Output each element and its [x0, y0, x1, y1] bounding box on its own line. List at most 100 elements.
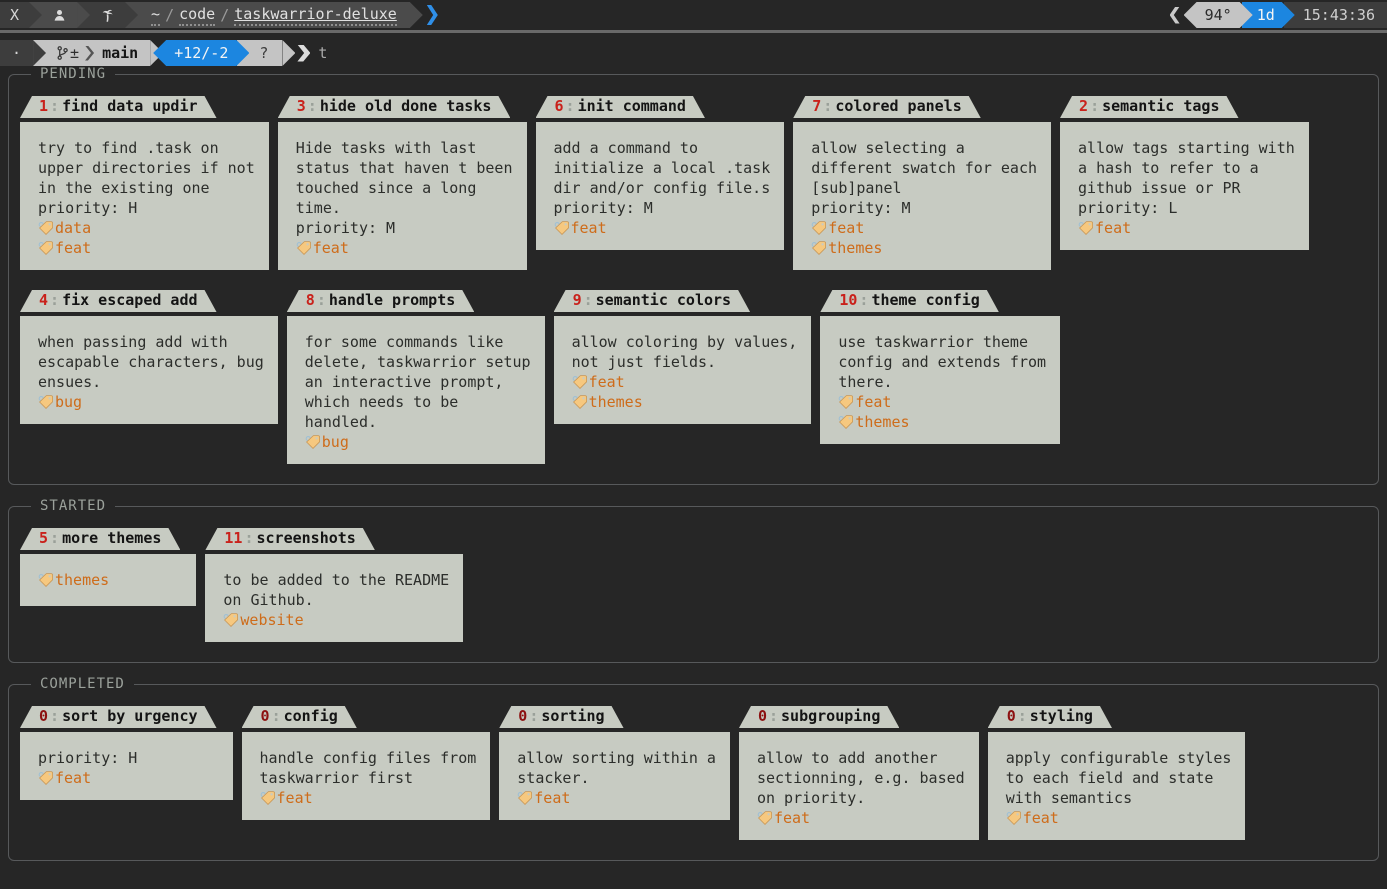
task-tag: data: [38, 218, 255, 238]
tag-icon: [1006, 810, 1022, 826]
task-card[interactable]: 11:screenshots to be added to the README…: [205, 528, 463, 642]
task-title: sort by urgency: [62, 707, 197, 725]
tag-icon: [305, 434, 321, 450]
task-card[interactable]: 1:find data updir try to find .task on u…: [20, 96, 269, 270]
top-status-bar: X ~ / code / taskwarrior-deluxe 94°: [0, 0, 1387, 30]
section-rows: 5:more themes themes 11:screenshots to b…: [20, 528, 1367, 642]
task-tab: 8:handle prompts: [287, 290, 491, 316]
task-title: config: [284, 707, 338, 725]
prompt-arrow-icon: [297, 45, 310, 62]
section-rows: 0:sort by urgency priority: H feat 0:con…: [20, 706, 1367, 840]
task-id: 11: [224, 529, 242, 547]
task-tag: feat: [260, 788, 477, 808]
task-tab: 0:sort by urgency: [20, 706, 233, 732]
task-title: styling: [1030, 707, 1093, 725]
task-id-separator: :: [584, 291, 593, 309]
tab-shadow: [217, 96, 233, 118]
task-description: allow to add another sectionning, e.g. b…: [757, 748, 965, 808]
task-card[interactable]: 7:colored panels allow selecting a diffe…: [793, 96, 1051, 270]
tag-label: feat: [774, 809, 810, 827]
task-tag: themes: [811, 238, 1037, 258]
tag-label: feat: [313, 239, 349, 257]
task-tags: themes: [38, 570, 182, 590]
typed-command[interactable]: t: [318, 44, 327, 62]
task-title: sorting: [541, 707, 604, 725]
task-card[interactable]: 0:subgrouping allow to add another secti…: [739, 706, 979, 840]
tag-label: feat: [534, 789, 570, 807]
task-tags: feat: [260, 788, 477, 808]
task-tab: 7:colored panels: [793, 96, 997, 122]
task-description: allow coloring by values, not just field…: [572, 332, 798, 372]
tab-shadow: [357, 706, 373, 728]
task-card[interactable]: 9:semantic colors allow coloring by valu…: [554, 290, 812, 424]
task-tab: 1:find data updir: [20, 96, 233, 122]
task-description: add a command to initialize a local .tas…: [554, 138, 771, 218]
task-body: try to find .task on upper directories i…: [20, 122, 269, 270]
terminal-screen: X ~ / code / taskwarrior-deluxe 94°: [0, 0, 1387, 889]
task-id-separator: :: [50, 97, 59, 115]
tab-shadow: [474, 290, 490, 312]
task-card[interactable]: 0:styling apply configurable styles to e…: [988, 706, 1246, 840]
task-body: add a command to initialize a local .tas…: [536, 122, 785, 250]
task-card[interactable]: 6:init command add a command to initiali…: [536, 96, 785, 250]
task-description: use taskwarrior theme config and extends…: [838, 332, 1046, 392]
powerline-separator-icon: [29, 2, 42, 28]
task-tags: feat: [38, 768, 219, 788]
palm-tree-icon: [100, 8, 115, 23]
temperature-segment: 94°: [1184, 2, 1253, 28]
kanban-section: STARTED 5:more themes themes 11:screensh…: [8, 506, 1379, 663]
task-tab: 0:config: [242, 706, 373, 732]
task-tags: bug: [305, 432, 531, 452]
task-id: 0: [1007, 707, 1016, 725]
tag-label: themes: [855, 413, 909, 431]
powerline-separator-icon: [282, 40, 295, 66]
tag-icon: [517, 790, 533, 806]
user-segment: [42, 2, 77, 28]
tag-icon: [554, 220, 570, 236]
task-card[interactable]: 5:more themes themes: [20, 528, 196, 606]
task-tab: 10:theme config: [820, 290, 1014, 316]
git-prompt-bar: · ± main +12/-2 ? t: [0, 38, 1387, 68]
task-title: colored panels: [835, 97, 961, 115]
task-card[interactable]: 10:theme config use taskwarrior theme co…: [820, 290, 1060, 444]
tab-shadow: [981, 96, 997, 118]
path-current: taskwarrior-deluxe: [234, 5, 397, 26]
task-card[interactable]: 8:handle prompts for some commands like …: [287, 290, 545, 464]
task-id: 7: [812, 97, 821, 115]
tag-label: feat: [589, 373, 625, 391]
tag-label: bug: [55, 393, 82, 411]
task-id-separator: :: [823, 97, 832, 115]
path-parent: code: [179, 5, 215, 26]
task-title: fix escaped add: [62, 291, 197, 309]
path-segment: ~ / code / taskwarrior-deluxe: [138, 2, 410, 28]
task-tab: 4:fix escaped add: [20, 290, 233, 316]
git-branch-name: main: [102, 44, 138, 62]
task-card[interactable]: 2:semantic tags allow tags starting with…: [1060, 96, 1309, 250]
task-body: to be added to the README on Github. web…: [205, 554, 463, 642]
task-title: hide old done tasks: [320, 97, 492, 115]
leader-dot: ·: [12, 44, 21, 62]
task-card[interactable]: 0:sorting allow sorting within a stacker…: [499, 706, 730, 820]
task-id-separator: :: [50, 291, 59, 309]
user-icon: [52, 8, 67, 23]
task-id-separator: :: [272, 707, 281, 725]
tab-shadow: [999, 290, 1015, 312]
tag-icon: [260, 790, 276, 806]
task-card[interactable]: 0:config handle config files from taskwa…: [242, 706, 491, 820]
task-card[interactable]: 0:sort by urgency priority: H feat: [20, 706, 233, 800]
task-tab: 9:semantic colors: [554, 290, 767, 316]
task-card[interactable]: 3:hide old done tasks Hide tasks with la…: [278, 96, 527, 270]
tag-icon: [296, 240, 312, 256]
powerline-separator-icon: [410, 2, 423, 28]
task-id: 0: [518, 707, 527, 725]
task-card[interactable]: 4:fix escaped add when passing add with …: [20, 290, 278, 424]
session-label: X: [10, 6, 19, 24]
git-branch-icon: [56, 45, 69, 61]
task-id-separator: :: [769, 707, 778, 725]
tab-shadow: [180, 528, 196, 550]
chevron-right-icon: [85, 46, 94, 61]
kanban-section: COMPLETED 0:sort by urgency priority: H …: [8, 684, 1379, 861]
task-tag: feat: [811, 218, 1037, 238]
task-id: 8: [306, 291, 315, 309]
task-id: 1: [39, 97, 48, 115]
